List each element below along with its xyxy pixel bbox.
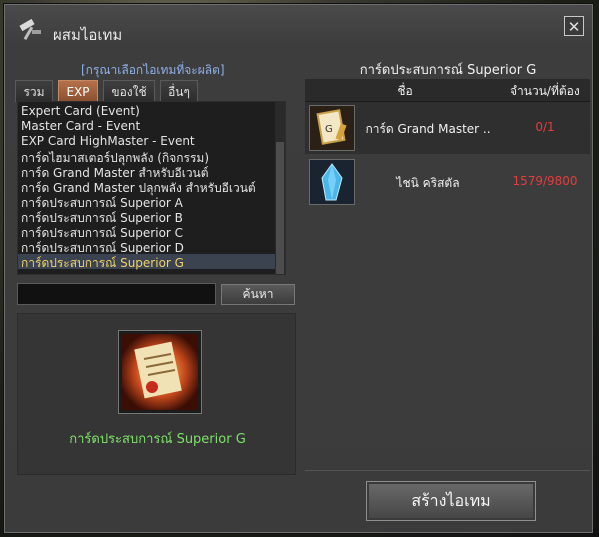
item-combine-window: ผสมไอเทม ✕ [กรุณาเลือกไอเทมที่จะผลิต] รว…	[4, 4, 593, 533]
hammer-icon	[19, 18, 41, 41]
selected-item-preview: การ์ดประสบการณ์ Superior G	[17, 313, 296, 475]
scroll-thumb[interactable]	[276, 142, 284, 274]
column-header-quantity: จำนวน/ที่ต้อง	[510, 84, 580, 98]
grand-master-card-icon-art: G	[310, 106, 354, 150]
list-item[interactable]: การ์ดประสบการณ์ Superior C	[21, 224, 183, 240]
list-item[interactable]: EXP Card HighMaster - Event	[21, 134, 195, 149]
list-scrollbar[interactable]	[275, 102, 285, 274]
blue-crystal-icon-art	[310, 160, 354, 204]
list-item[interactable]: การ์ดประสบการณ์ Superior B	[21, 209, 183, 225]
material-quantity: 0/1	[535, 120, 555, 134]
target-item-title: การ์ดประสบการณ์ Superior G	[359, 63, 537, 78]
tab-others[interactable]: อื่นๆ	[160, 80, 198, 102]
svg-text:G: G	[325, 124, 333, 135]
material-quantity: 1579/9800	[512, 174, 578, 188]
divider	[305, 470, 590, 471]
list-item-selected[interactable]: การ์ดประสบการณ์ Superior G	[18, 254, 279, 270]
blue-crystal-icon[interactable]	[309, 159, 355, 205]
material-row: ไชนิ คริสตัล 1579/9800	[305, 156, 590, 208]
list-item[interactable]: การ์ดประสบการณ์ Superior A	[21, 194, 183, 210]
tab-all[interactable]: รวม	[15, 80, 53, 102]
exp-card-icon-art	[122, 334, 198, 410]
material-name: การ์ด Grand Master ..	[365, 122, 491, 136]
list-item[interactable]: การ์ด Grand Master สำหรับอีเวนต์	[21, 164, 209, 180]
create-item-button[interactable]: สร้างไอเทม	[366, 481, 536, 521]
tab-exp[interactable]: EXP	[58, 80, 98, 102]
column-header-name: ชื่อ	[397, 84, 413, 98]
list-item[interactable]: การ์ด Grand Master ปลุกพลัง สำหรับอีเวนต…	[21, 179, 256, 195]
list-item[interactable]: Expert Card (Event)	[21, 104, 140, 119]
list-item[interactable]: Master Card - Event	[21, 119, 140, 134]
close-button[interactable]: ✕	[564, 16, 584, 36]
search-input[interactable]	[17, 283, 216, 305]
tab-consumables[interactable]: ของใช้	[103, 80, 155, 102]
preview-item-name: การ์ดประสบการณ์ Superior G	[69, 432, 246, 447]
window-title: ผสมไอเทม	[53, 26, 123, 44]
exp-card-icon	[118, 330, 202, 414]
search-button[interactable]: ค้นหา	[221, 284, 295, 305]
list-item[interactable]: การ์ดไฮมาสเตอร์ปลุกพลัง (กิจกรรม)	[21, 149, 209, 165]
material-name: ไชนิ คริสตัล	[396, 176, 460, 190]
list-item[interactable]: การ์ดประสบการณ์ Superior D	[21, 239, 184, 255]
material-row: G การ์ด Grand Master .. 0/1	[305, 102, 590, 154]
title-bar[interactable]: ผสมไอเทม ✕	[5, 5, 592, 51]
grand-master-card-icon[interactable]: G	[309, 105, 355, 151]
select-item-hint: [กรุณาเลือกไอเทมที่จะผลิต]	[81, 63, 225, 77]
materials-header: ชื่อ จำนวน/ที่ต้อง	[305, 79, 590, 102]
craftable-item-list[interactable]: Expert Card (Event) Master Card - Event …	[17, 101, 286, 275]
